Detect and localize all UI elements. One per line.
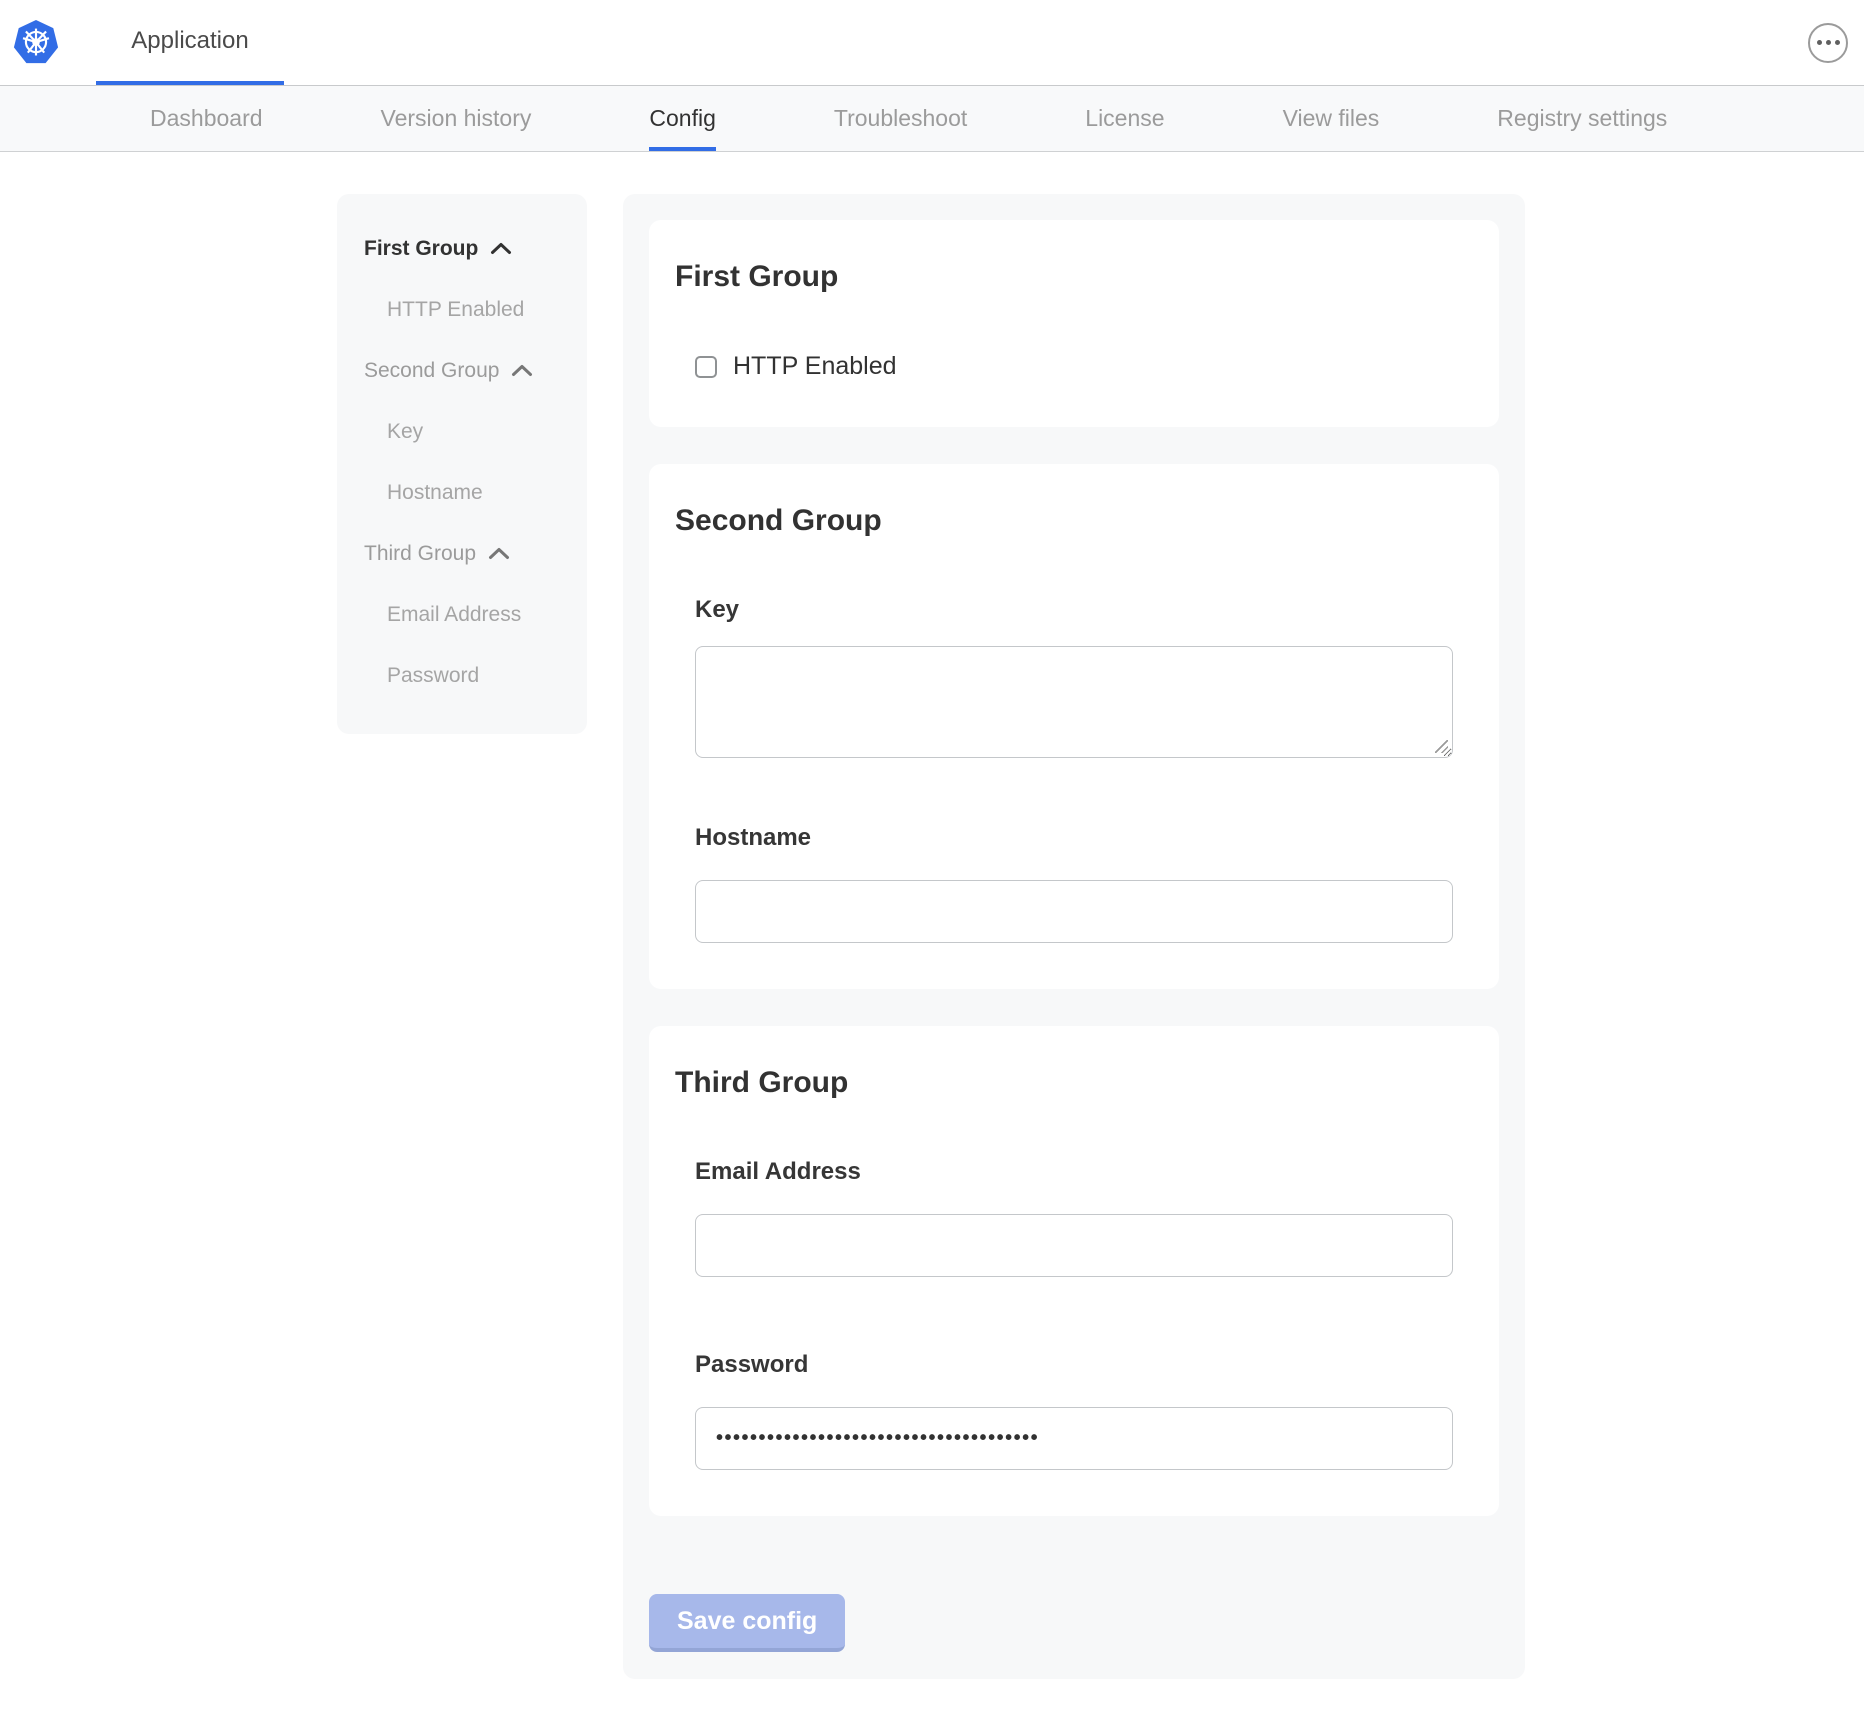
ellipsis-icon xyxy=(1826,40,1831,45)
config-sidebar: First Group HTTP Enabled Second Group Ke… xyxy=(337,194,587,734)
group-title: Third Group xyxy=(675,1068,1453,1098)
sidebar-item-label: Second Group xyxy=(364,360,499,381)
field-label: Hostname xyxy=(695,826,1453,850)
sidebar-item-label: Email Address xyxy=(387,604,521,625)
sidebar-item-label: Key xyxy=(387,421,423,442)
email-input[interactable] xyxy=(695,1214,1453,1277)
password-input[interactable] xyxy=(695,1407,1453,1470)
kubernetes-logo-icon xyxy=(12,18,60,68)
sidebar-item-first-group[interactable]: First Group xyxy=(364,238,569,259)
key-textarea[interactable] xyxy=(695,646,1453,758)
header-spacer xyxy=(284,0,1808,85)
tab-dashboard[interactable]: Dashboard xyxy=(150,86,263,151)
hostname-field: Hostname xyxy=(695,826,1453,943)
config-page: First Group HTTP Enabled Second Group Ke… xyxy=(0,152,1864,1719)
config-group-third: Third Group Email Address Password xyxy=(649,1026,1499,1516)
email-address-field: Email Address xyxy=(695,1160,1453,1277)
sidebar-item-hostname[interactable]: Hostname xyxy=(364,482,569,503)
sidebar-item-label: Third Group xyxy=(364,543,476,564)
tab-license[interactable]: License xyxy=(1085,86,1164,151)
sidebar-item-label: Hostname xyxy=(387,482,483,503)
tab-config[interactable]: Config xyxy=(649,86,715,151)
sidebar-item-password[interactable]: Password xyxy=(364,665,569,686)
config-panel: First Group HTTP Enabled Second Group Ke… xyxy=(623,194,1525,1679)
group-title: First Group xyxy=(675,262,1453,292)
save-config-button[interactable]: Save config xyxy=(649,1594,845,1652)
sidebar-item-second-group[interactable]: Second Group xyxy=(364,360,569,381)
tab-troubleshoot[interactable]: Troubleshoot xyxy=(834,86,967,151)
config-group-second: Second Group Key Hostname xyxy=(649,464,1499,989)
app-tab[interactable]: Application xyxy=(96,0,284,85)
chevron-up-icon xyxy=(490,242,512,255)
http-enabled-field: HTTP Enabled xyxy=(695,352,1453,381)
chevron-up-icon xyxy=(511,364,533,377)
sidebar-item-third-group[interactable]: Third Group xyxy=(364,543,569,564)
ellipsis-icon xyxy=(1835,40,1840,45)
checkbox-label: HTTP Enabled xyxy=(733,352,897,381)
sidebar-item-key[interactable]: Key xyxy=(364,421,569,442)
config-group-first: First Group HTTP Enabled xyxy=(649,220,1499,427)
tab-version-history[interactable]: Version history xyxy=(381,86,532,151)
app-nav: Dashboard Version history Config Trouble… xyxy=(0,86,1864,152)
http-enabled-checkbox[interactable] xyxy=(695,356,717,378)
tab-view-files[interactable]: View files xyxy=(1283,86,1380,151)
key-field: Key xyxy=(695,598,1453,758)
chevron-up-icon xyxy=(488,547,510,560)
password-field: Password xyxy=(695,1353,1453,1470)
field-label: Password xyxy=(695,1353,1453,1377)
sidebar-item-label: First Group xyxy=(364,238,478,259)
ellipsis-icon xyxy=(1817,40,1822,45)
sidebar-item-label: Password xyxy=(387,665,479,686)
group-title: Second Group xyxy=(675,506,1453,536)
sidebar-item-http-enabled[interactable]: HTTP Enabled xyxy=(364,299,569,320)
tab-registry-settings[interactable]: Registry settings xyxy=(1497,86,1667,151)
more-button[interactable] xyxy=(1808,23,1848,63)
field-label: Key xyxy=(695,598,1453,622)
sidebar-item-email-address[interactable]: Email Address xyxy=(364,604,569,625)
hostname-input[interactable] xyxy=(695,880,1453,943)
sidebar-item-label: HTTP Enabled xyxy=(387,299,524,320)
header: Application xyxy=(0,0,1864,86)
field-label: Email Address xyxy=(695,1160,1453,1184)
